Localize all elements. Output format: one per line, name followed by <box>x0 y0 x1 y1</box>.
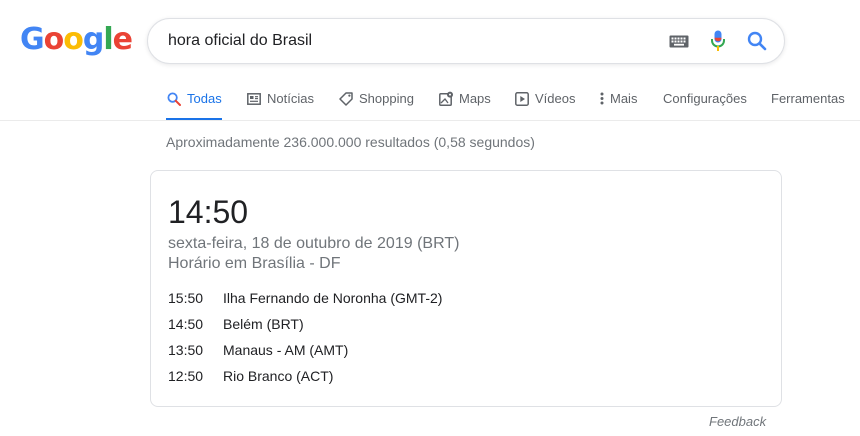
list-item: 13:50 Manaus - AM (AMT) <box>168 337 442 363</box>
tabs-divider <box>0 120 860 121</box>
search-input[interactable] <box>168 19 648 63</box>
zone-name: Rio Branco (ACT) <box>223 368 334 384</box>
tab-configuracoes[interactable]: Configurações <box>663 76 747 121</box>
result-stats: Aproximadamente 236.000.000 resultados (… <box>166 134 535 150</box>
zone-name: Manaus - AM (AMT) <box>223 342 349 358</box>
list-item: 15:50 Ilha Fernando de Noronha (GMT-2) <box>168 285 442 311</box>
current-place: Horário em Brasília - DF <box>168 255 341 272</box>
keyboard-icon[interactable] <box>666 19 692 63</box>
tab-maps[interactable]: Maps <box>438 76 491 121</box>
logo-letter: g <box>82 22 105 57</box>
tab-label: Todas <box>187 91 222 106</box>
list-item: 14:50 Belém (BRT) <box>168 311 442 337</box>
time-card: 14:50 sexta-feira, 18 de outubro de 2019… <box>150 170 782 407</box>
logo-letter: o <box>43 22 65 57</box>
microphone-icon[interactable] <box>706 19 730 63</box>
tab-label: Mais <box>610 91 638 106</box>
zone-time: 14:50 <box>168 316 204 332</box>
tab-label: Ferramentas <box>771 91 845 106</box>
search-box <box>147 18 785 64</box>
tab-noticias[interactable]: Notícias <box>246 76 314 121</box>
map-icon <box>438 91 454 107</box>
tab-ferramentas[interactable]: Ferramentas <box>771 76 845 121</box>
tab-mais[interactable]: Mais <box>598 76 637 121</box>
tag-icon <box>338 91 354 107</box>
zone-time: 15:50 <box>168 290 204 306</box>
google-logo[interactable]: Google <box>20 22 133 57</box>
search-results-page: Google hora oficial do Brasil Todas Notí… <box>0 0 860 436</box>
logo-letter: o <box>63 22 84 57</box>
tab-label: Notícias <box>267 91 314 106</box>
timezone-list: 15:50 Ilha Fernando de Noronha (GMT-2) 1… <box>168 285 442 389</box>
tab-label: Maps <box>459 91 491 106</box>
video-icon <box>514 91 530 107</box>
tab-videos[interactable]: Vídeos <box>514 76 575 121</box>
tab-shopping[interactable]: Shopping <box>338 76 414 121</box>
list-item: 12:50 Rio Branco (ACT) <box>168 363 442 389</box>
logo-letter: l <box>103 22 113 57</box>
more-vert-icon <box>598 91 606 107</box>
news-icon <box>246 91 262 107</box>
zone-name: Ilha Fernando de Noronha (GMT-2) <box>223 290 443 306</box>
tab-todas[interactable]: Todas <box>166 76 222 121</box>
tab-label: Shopping <box>359 91 414 106</box>
zone-name: Belém (BRT) <box>223 316 304 332</box>
current-date: sexta-feira, 18 de outubro de 2019 (BRT) <box>168 235 460 252</box>
tab-label: Vídeos <box>535 91 576 106</box>
logo-letter: e <box>112 22 133 57</box>
search-icon[interactable] <box>744 19 770 63</box>
zone-time: 12:50 <box>168 368 204 384</box>
zone-time: 13:50 <box>168 342 204 358</box>
tab-label: Configurações <box>663 91 747 106</box>
feedback-link[interactable]: Feedback <box>709 414 766 429</box>
search-icon <box>166 91 182 107</box>
search-tabs: Todas Notícias Shopping Maps Vídeos Mais… <box>0 76 860 121</box>
current-time: 14:50 <box>168 194 249 230</box>
logo-letter: G <box>20 22 45 57</box>
